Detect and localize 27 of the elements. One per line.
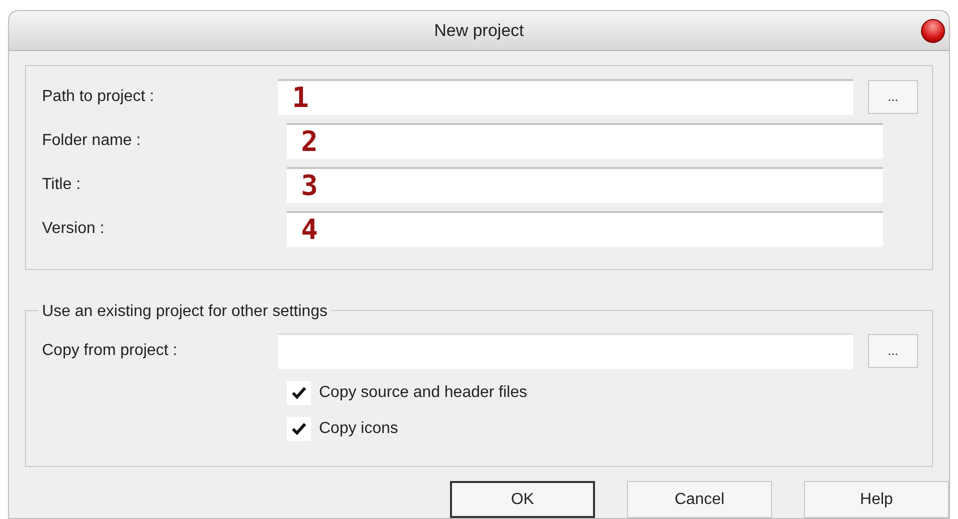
close-button[interactable] xyxy=(921,19,945,43)
dialog-button[interactable]: Help xyxy=(804,481,949,518)
field-label: Title : xyxy=(42,175,82,195)
check-icon xyxy=(291,422,307,436)
field-label: Copy from project : xyxy=(42,341,178,361)
text-field[interactable]: 4 xyxy=(287,211,883,247)
field-label: Path to project : xyxy=(42,87,156,107)
browse-button[interactable]: ... xyxy=(868,334,918,368)
field-number: 2 xyxy=(301,128,318,156)
dialog-button[interactable]: Cancel xyxy=(627,481,772,518)
field-label: Folder name : xyxy=(42,131,142,151)
checkbox[interactable] xyxy=(287,417,311,441)
text-field[interactable]: 3 xyxy=(287,167,883,203)
field-number: 3 xyxy=(301,172,318,200)
browse-button[interactable]: ... xyxy=(868,80,918,114)
field-label: Version : xyxy=(42,219,106,239)
field-number: 1 xyxy=(292,84,309,112)
check-icon xyxy=(291,386,307,400)
dialog-button[interactable]: OK xyxy=(450,481,595,518)
field-number: 4 xyxy=(301,216,318,244)
checkbox-label: Copy source and header files xyxy=(319,383,528,403)
text-field[interactable]: 2 xyxy=(287,123,883,159)
window-title: New project xyxy=(434,20,524,42)
text-field[interactable] xyxy=(278,333,853,369)
checkbox[interactable] xyxy=(287,381,311,405)
checkbox-label: Copy icons xyxy=(319,419,398,439)
text-field[interactable]: 1 xyxy=(278,79,853,115)
